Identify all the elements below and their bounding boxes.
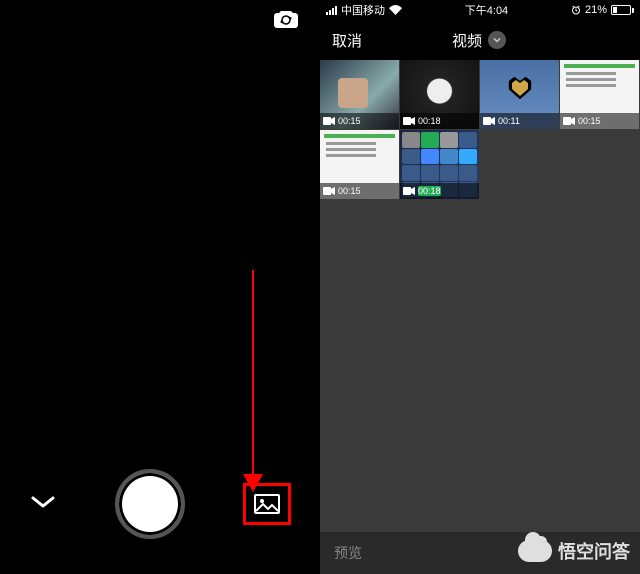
videocam-icon bbox=[403, 117, 415, 125]
video-thumb[interactable]: 00:15 bbox=[320, 60, 400, 130]
nav-title-dropdown[interactable]: 视频 bbox=[452, 30, 506, 51]
carrier-label: 中国移动 bbox=[341, 2, 385, 18]
status-time: 下午4:04 bbox=[465, 2, 508, 18]
video-thumb[interactable]: 00:15 bbox=[560, 60, 640, 130]
battery-icon bbox=[611, 5, 634, 15]
camera-switch-button[interactable] bbox=[272, 8, 300, 35]
picture-icon bbox=[253, 493, 281, 515]
signal-icon bbox=[326, 5, 337, 15]
thumb-duration: 00:18 bbox=[418, 186, 441, 196]
shutter-button[interactable] bbox=[115, 469, 185, 539]
nav-title: 视频 bbox=[452, 30, 482, 51]
thumb-overlay: 00:15 bbox=[560, 113, 639, 129]
alarm-icon bbox=[571, 5, 581, 15]
thumb-duration: 00:11 bbox=[498, 116, 520, 126]
video-thumb[interactable]: 00:11 bbox=[480, 60, 560, 130]
cancel-button[interactable]: 取消 bbox=[332, 30, 362, 51]
thumb-overlay: 00:11 bbox=[480, 113, 559, 129]
collapse-button[interactable] bbox=[29, 494, 57, 515]
annotation-arrow-line bbox=[252, 270, 254, 480]
watermark: 悟空问答 bbox=[518, 538, 630, 564]
video-grid: 00:15 00:18 00:11 00:15 00:15 bbox=[320, 60, 640, 200]
thumb-duration: 00:15 bbox=[578, 116, 601, 126]
video-thumb[interactable]: 00:18 bbox=[400, 60, 480, 130]
nav-bar: 取消 视频 bbox=[320, 20, 640, 60]
chevron-down-icon bbox=[488, 31, 506, 49]
status-bar: 中国移动 下午4:04 21% bbox=[320, 0, 640, 20]
videocam-icon bbox=[323, 117, 335, 125]
status-right: 21% bbox=[571, 4, 634, 16]
gallery-button[interactable] bbox=[243, 483, 291, 525]
chevron-down-icon bbox=[29, 494, 57, 510]
battery-pct: 21% bbox=[585, 4, 607, 16]
preview-button[interactable]: 预览 bbox=[334, 543, 362, 563]
status-left: 中国移动 bbox=[326, 2, 402, 18]
camera-bottom-controls bbox=[0, 469, 320, 539]
video-picker-screen: 中国移动 下午4:04 21% 取消 视频 00:15 bbox=[320, 0, 640, 574]
camera-screen bbox=[0, 0, 320, 574]
wifi-icon bbox=[389, 5, 402, 15]
thumb-duration: 00:15 bbox=[338, 186, 361, 196]
thumb-overlay: 00:18 bbox=[400, 183, 479, 199]
thumb-duration: 00:15 bbox=[338, 116, 361, 126]
watermark-text: 悟空问答 bbox=[558, 538, 630, 564]
video-thumb[interactable]: 00:18 bbox=[400, 130, 480, 200]
thumb-overlay: 00:15 bbox=[320, 183, 399, 199]
videocam-icon bbox=[563, 117, 575, 125]
cloud-icon bbox=[518, 540, 552, 562]
videocam-icon bbox=[323, 187, 335, 195]
videocam-icon bbox=[483, 117, 495, 125]
camera-switch-icon bbox=[272, 8, 300, 30]
video-thumb[interactable]: 00:15 bbox=[320, 130, 400, 200]
thumb-duration: 00:18 bbox=[418, 116, 441, 126]
thumb-overlay: 00:18 bbox=[400, 113, 479, 129]
videocam-icon bbox=[403, 187, 415, 195]
thumb-overlay: 00:15 bbox=[320, 113, 399, 129]
